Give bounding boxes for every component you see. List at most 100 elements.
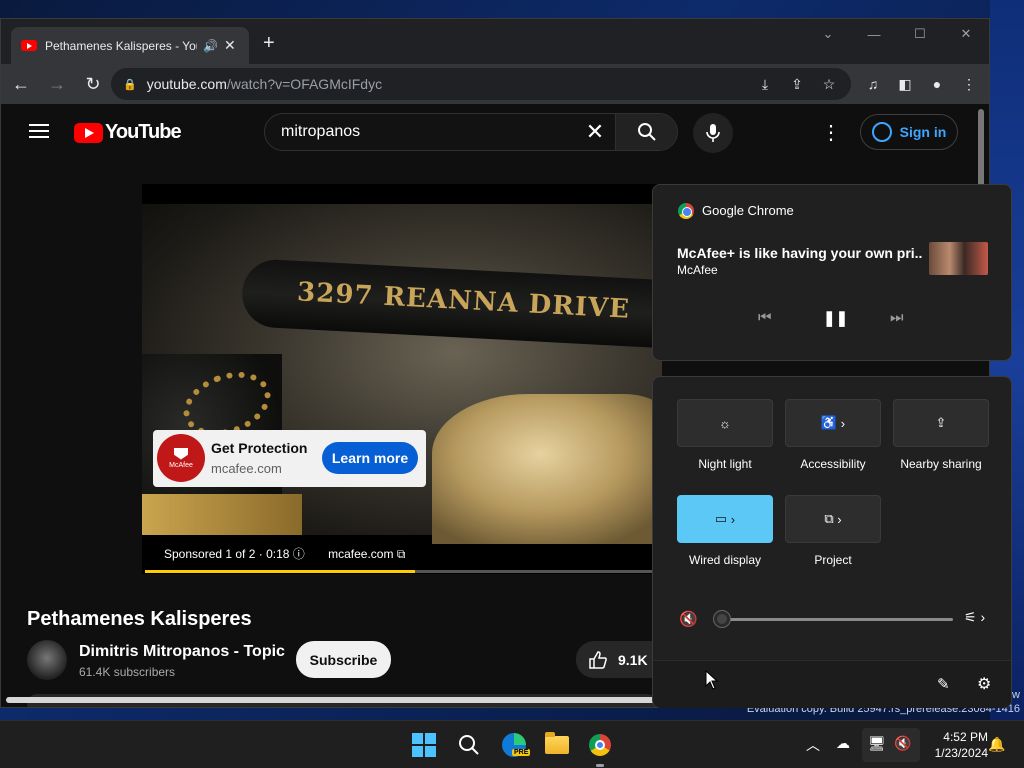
settings-menu-icon[interactable]: ⋮ [821,120,841,145]
tab-audio-icon[interactable]: 🔊 [203,39,218,53]
edge-taskbar-button[interactable]: PRE [500,731,531,759]
subscriber-count: 61.4K subscribers [79,665,176,679]
omnibox-actions: ⤓ ⇪ ☆ [749,68,845,100]
media-app-name: Google Chrome [702,203,794,218]
share-icon: ⇪ [935,415,947,430]
quick-settings-panel: ☼ Night light ♿ › Accessibility ⇪ Nearby… [652,376,1012,708]
volume-slider-track[interactable] [719,618,953,621]
url-host: youtube.com [146,76,227,92]
channel-name[interactable]: Dimitris Mitropanos - Topic [79,643,285,661]
ad-card[interactable]: McAfee Get Protection mcafee.com Learn m… [153,430,426,487]
tab-close-icon[interactable]: ✕ [224,37,236,54]
taskbar: PRE ︿ ☁ 🖥 🔇 4:52 PM 1/23/2024 🔔 [0,720,1024,768]
search-box: mitropanos ✕ [264,113,678,151]
title-bar: Pethamenes Kalisperes - You 🔊 ✕ + ⌄ — ☐ … [1,19,989,64]
edge-pre-badge: PRE [512,749,531,756]
start-button[interactable] [410,731,438,759]
ad-progress-bar[interactable] [145,570,655,573]
mcafee-logo-text: McAfee [169,461,193,469]
system-tray-group[interactable]: 🖥 🔇 [862,728,920,762]
search-icon [637,123,656,141]
chrome-menu-icon[interactable]: ⋮ [953,68,985,100]
chevron-right-icon: › [727,511,736,527]
wired-display-toggle[interactable]: ▭ › [677,495,773,543]
thumbs-up-icon [589,650,607,669]
reload-button[interactable]: ↻ [77,68,109,100]
media-flyout: Google Chrome McAfee+ is like having you… [652,184,1012,361]
youtube-logo[interactable]: YouTube [74,121,182,144]
accessibility-icon: ♿ [820,415,838,430]
volume-mixer-icon[interactable]: ⚟ › [964,609,985,626]
chevron-up-icon[interactable]: ︿ [806,735,820,755]
pause-icon[interactable]: ❚❚ [823,309,848,327]
mcafee-logo: McAfee [157,434,205,482]
clock[interactable]: 4:52 PM 1/23/2024 [920,729,988,761]
browser-tab[interactable]: Pethamenes Kalisperes - You 🔊 ✕ [11,27,249,64]
horizontal-scrollbar[interactable] [6,697,656,703]
tab-search-icon[interactable]: ⌄ [805,19,851,49]
voice-search-button[interactable] [693,113,733,153]
file-explorer-button[interactable] [543,731,571,759]
search-input[interactable]: mitropanos [265,123,575,141]
gear-icon[interactable]: ⚙ [977,674,991,694]
learn-more-button[interactable]: Learn more [322,442,418,474]
project-label: Project [814,553,852,567]
url-text: youtube.com/watch?v=OFAGMcIFdyc [147,76,382,92]
address-bar[interactable]: 🔒 youtube.com/watch?v=OFAGMcIFdyc ⤓ ⇪ ☆ [111,68,851,100]
maximize-button[interactable]: ☐ [897,19,943,49]
search-button[interactable] [615,114,677,150]
chevron-right-icon: › [833,511,842,527]
vertical-scrollbar[interactable] [978,109,984,189]
external-link-icon: ⧉ [396,547,406,561]
search-icon [459,735,479,755]
sponsored-domain-link[interactable]: mcafee.com [328,547,393,561]
chrome-icon [589,734,611,756]
info-icon[interactable]: ⓘ [293,547,305,561]
subscribe-button[interactable]: Subscribe [296,641,391,678]
back-button[interactable]: ← [5,68,37,100]
browser-toolbar: ← → ↻ 🔒 youtube.com/watch?v=OFAGMcIFdyc … [1,64,989,104]
clear-search-icon[interactable]: ✕ [575,119,615,145]
bookmark-star-icon[interactable]: ☆ [813,76,845,93]
channel-avatar[interactable] [27,640,67,680]
video-player[interactable]: 3297 REANNA DRIVE [142,184,662,574]
night-light-toggle[interactable]: ☼ [677,399,773,447]
nearby-sharing-toggle[interactable]: ⇪ [893,399,989,447]
close-window-button[interactable]: ✕ [943,19,989,49]
guide-menu-icon[interactable] [29,124,49,138]
notification-bell-icon[interactable]: 🔔 [988,736,1005,753]
lock-icon[interactable]: 🔒 [123,78,137,91]
volume-muted-icon[interactable]: 🔇 [679,610,698,628]
mouse-cursor-icon [705,670,719,690]
media-control-icon[interactable]: ♫ [857,68,889,100]
accessibility-label: Accessibility [800,457,866,471]
youtube-logo-text: YouTube [105,121,182,143]
next-track-icon[interactable]: ⏭ [890,309,904,326]
accessibility-toggle[interactable]: ♿ › [785,399,881,447]
cast-icon: ▭ [714,511,728,526]
forward-button[interactable]: → [41,68,73,100]
media-controls: ⏮ ❚❚ ⏭ [653,309,1013,333]
youtube-play-icon [74,122,103,143]
install-app-icon[interactable]: ⤓ [749,76,781,93]
profile-icon[interactable]: ● [921,68,953,100]
share-icon[interactable]: ⇪ [781,76,813,93]
sign-in-button[interactable]: Sign in [860,114,958,150]
project-toggle[interactable]: ⧉ › [785,495,881,543]
minimize-button[interactable]: — [851,19,897,49]
nearby-sharing-label: Nearby sharing [900,457,982,471]
onedrive-offline-icon[interactable]: ☁ [836,735,850,752]
youtube-header: YouTube mitropanos ✕ ⋮ Sign in [1,104,989,160]
edit-pencil-icon[interactable]: ✎ [937,675,950,693]
new-tab-button[interactable]: + [263,32,275,55]
volume-slider-thumb[interactable] [714,611,730,627]
network-icon: 🖥 [868,735,886,751]
media-thumbnail [929,242,988,275]
previous-track-icon[interactable]: ⏮ [758,309,772,326]
tab-title: Pethamenes Kalisperes - You [45,38,197,53]
taskbar-search-button[interactable] [455,731,483,759]
active-app-indicator [596,764,604,767]
volume-muted-tray-icon: 🔇 [894,735,912,751]
chrome-taskbar-button[interactable] [586,731,614,759]
side-panel-icon[interactable]: ◧ [889,68,921,100]
